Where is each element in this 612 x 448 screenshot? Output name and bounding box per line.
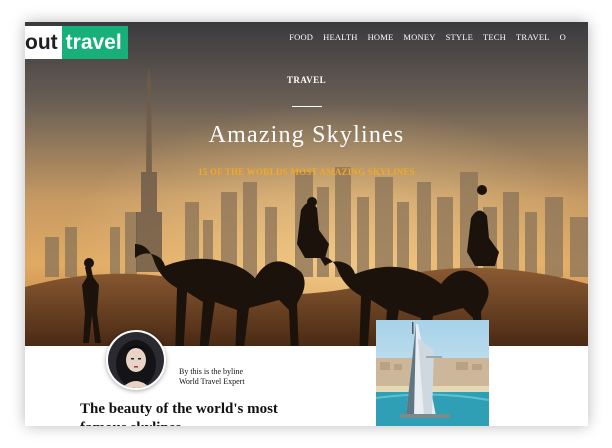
hero-background-image: [25, 22, 588, 346]
browser-frame: out travel FOOD HEALTH HOME MONEY STYLE …: [25, 22, 588, 426]
burj-al-arab-image: [376, 320, 489, 426]
nav-item-home[interactable]: HOME: [368, 32, 394, 42]
author-byline: By this is the byline World Travel Exper…: [179, 367, 245, 387]
byline-text: By this is the byline: [179, 367, 243, 376]
article-lead: The beauty of the world's most famous sk…: [80, 401, 278, 426]
logo-text-part1: out: [25, 26, 62, 59]
author-avatar[interactable]: [106, 330, 166, 390]
nav-item-money[interactable]: MONEY: [403, 32, 435, 42]
page-subtitle: 15 OF THE WORLDS MOST AMAZING SKYLINES: [198, 167, 415, 177]
nav-item-travel[interactable]: TRAVEL: [516, 32, 550, 42]
author-avatar-image: [108, 332, 164, 388]
hero-banner: out travel FOOD HEALTH HOME MONEY STYLE …: [25, 22, 588, 346]
nav-item-style[interactable]: STYLE: [446, 32, 473, 42]
inline-article-image[interactable]: [376, 320, 489, 426]
site-logo[interactable]: out travel: [25, 26, 128, 59]
page-title: Amazing Skylines: [208, 122, 405, 148]
logo-text-part2: travel: [61, 26, 128, 59]
nav-item-health[interactable]: HEALTH: [323, 32, 357, 42]
category-kicker[interactable]: TRAVEL: [25, 75, 588, 85]
nav-item-tech[interactable]: TECH: [483, 32, 506, 42]
author-role: World Travel Expert: [179, 377, 245, 386]
main-nav: FOOD HEALTH HOME MONEY STYLE TECH TRAVEL…: [289, 32, 566, 42]
nav-item-food[interactable]: FOOD: [289, 32, 313, 42]
nav-item-more[interactable]: O: [560, 32, 566, 42]
title-divider: [292, 106, 322, 107]
